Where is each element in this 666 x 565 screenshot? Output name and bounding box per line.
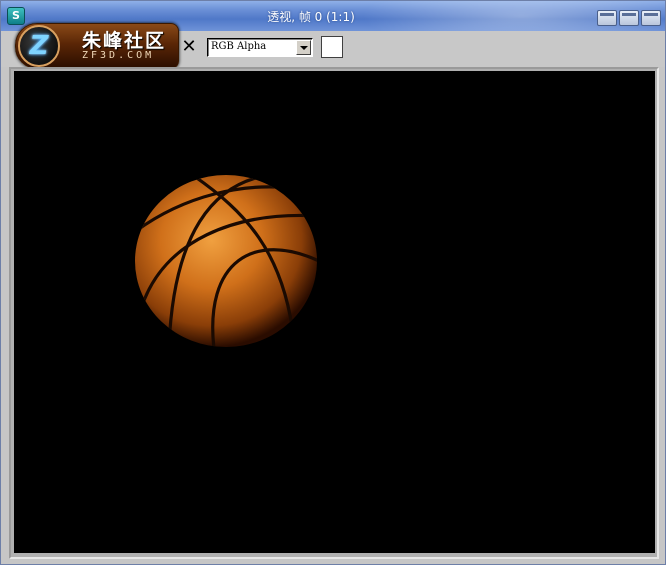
basketball-icon [135, 175, 317, 347]
logo-english-text: ZF3D.COM [82, 50, 155, 61]
color-swatch[interactable] [321, 36, 343, 58]
logo-emblem-icon: Z [18, 25, 60, 67]
logo-letter: Z [29, 31, 49, 61]
minimize-button[interactable] [597, 10, 617, 26]
window-title: 透视, 帧 0 (1:1) [267, 10, 355, 24]
render-viewport[interactable] [14, 71, 655, 553]
app-icon[interactable]: S [7, 7, 25, 25]
channel-select-value: RGB Alpha [211, 41, 267, 52]
clear-render-button[interactable]: ✕ [181, 38, 197, 56]
channel-select[interactable]: RGB Alpha [207, 38, 313, 57]
zf3d-logo: Z 朱峰社区 ZF3D.COM [15, 23, 179, 69]
render-frame-window: S 透视, 帧 0 (1:1) Z 朱峰社区 ZF3D.COM ✕ RGB Al… [0, 0, 666, 565]
maximize-button[interactable] [619, 10, 639, 26]
logo-chinese-text: 朱峰社区 [82, 30, 167, 52]
chevron-down-icon[interactable] [296, 40, 311, 55]
close-window-button[interactable] [641, 10, 661, 26]
